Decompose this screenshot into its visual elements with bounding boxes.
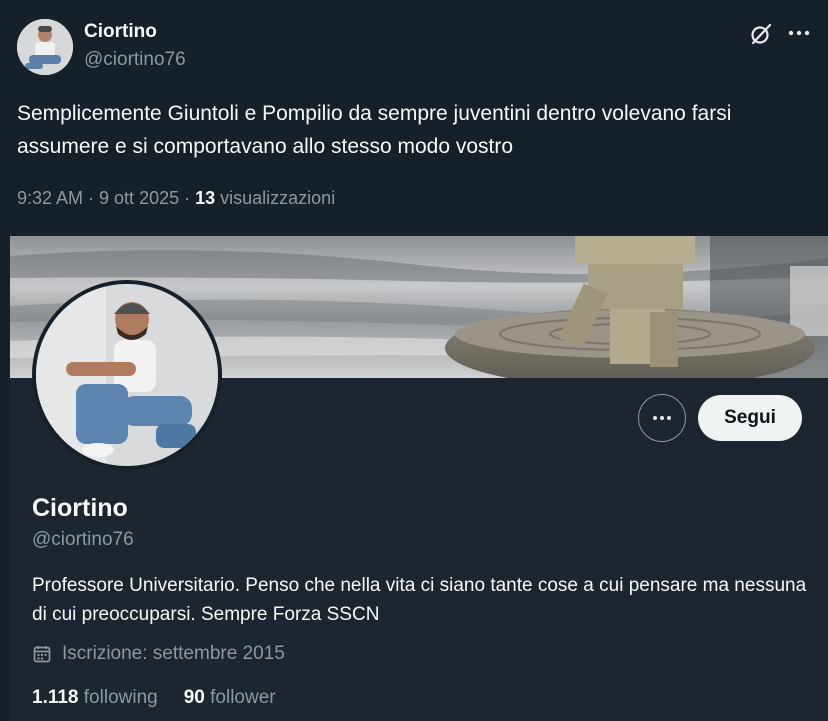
profile-name[interactable]: Ciortino [32,494,128,523]
profile-bio: Professore Universitario. Penso che nell… [32,575,807,625]
followers-label: follower [204,687,276,708]
following-stat[interactable]: 1.118 following [32,687,158,709]
author-name[interactable]: Ciortino [84,21,157,43]
profile-card: Segui Ciortino @ciortino76 Professore Un… [10,236,828,721]
join-date: Iscrizione: settembre 2015 [32,643,285,665]
views-label: visualizzazioni [215,188,336,208]
profile-more-button[interactable] [638,394,686,442]
views-count: 13 [195,188,216,208]
tweet: Ciortino @ciortino76 Semplicemente Giunt… [0,0,828,721]
join-date-text: Iscrizione: settembre 2015 [62,643,285,664]
grok-icon[interactable] [749,22,773,46]
following-count: 1.118 [32,687,79,708]
tweet-text: Semplicemente Giuntoli e Pompilio da sem… [17,102,732,158]
following-label: following [78,687,158,708]
followers-count: 90 [183,687,205,708]
follow-button[interactable]: Segui [698,395,802,441]
profile-avatar[interactable] [32,280,222,470]
author-avatar[interactable] [17,19,73,75]
tweet-meta: 9:32 AM · 9 ott 2025 · 13 visualizzazion… [17,188,335,209]
profile-handle[interactable]: @ciortino76 [32,529,134,551]
profile-stats: 1.118 following 90 follower [32,687,302,709]
author-handle[interactable]: @ciortino76 [84,49,186,71]
calendar-icon [33,646,51,663]
followers-stat[interactable]: 90 follower [184,687,276,709]
tweet-timestamp[interactable]: 9:32 AM · 9 ott 2025 · [17,188,195,208]
more-horizontal-icon [653,416,671,420]
more-horizontal-icon[interactable] [786,20,812,46]
